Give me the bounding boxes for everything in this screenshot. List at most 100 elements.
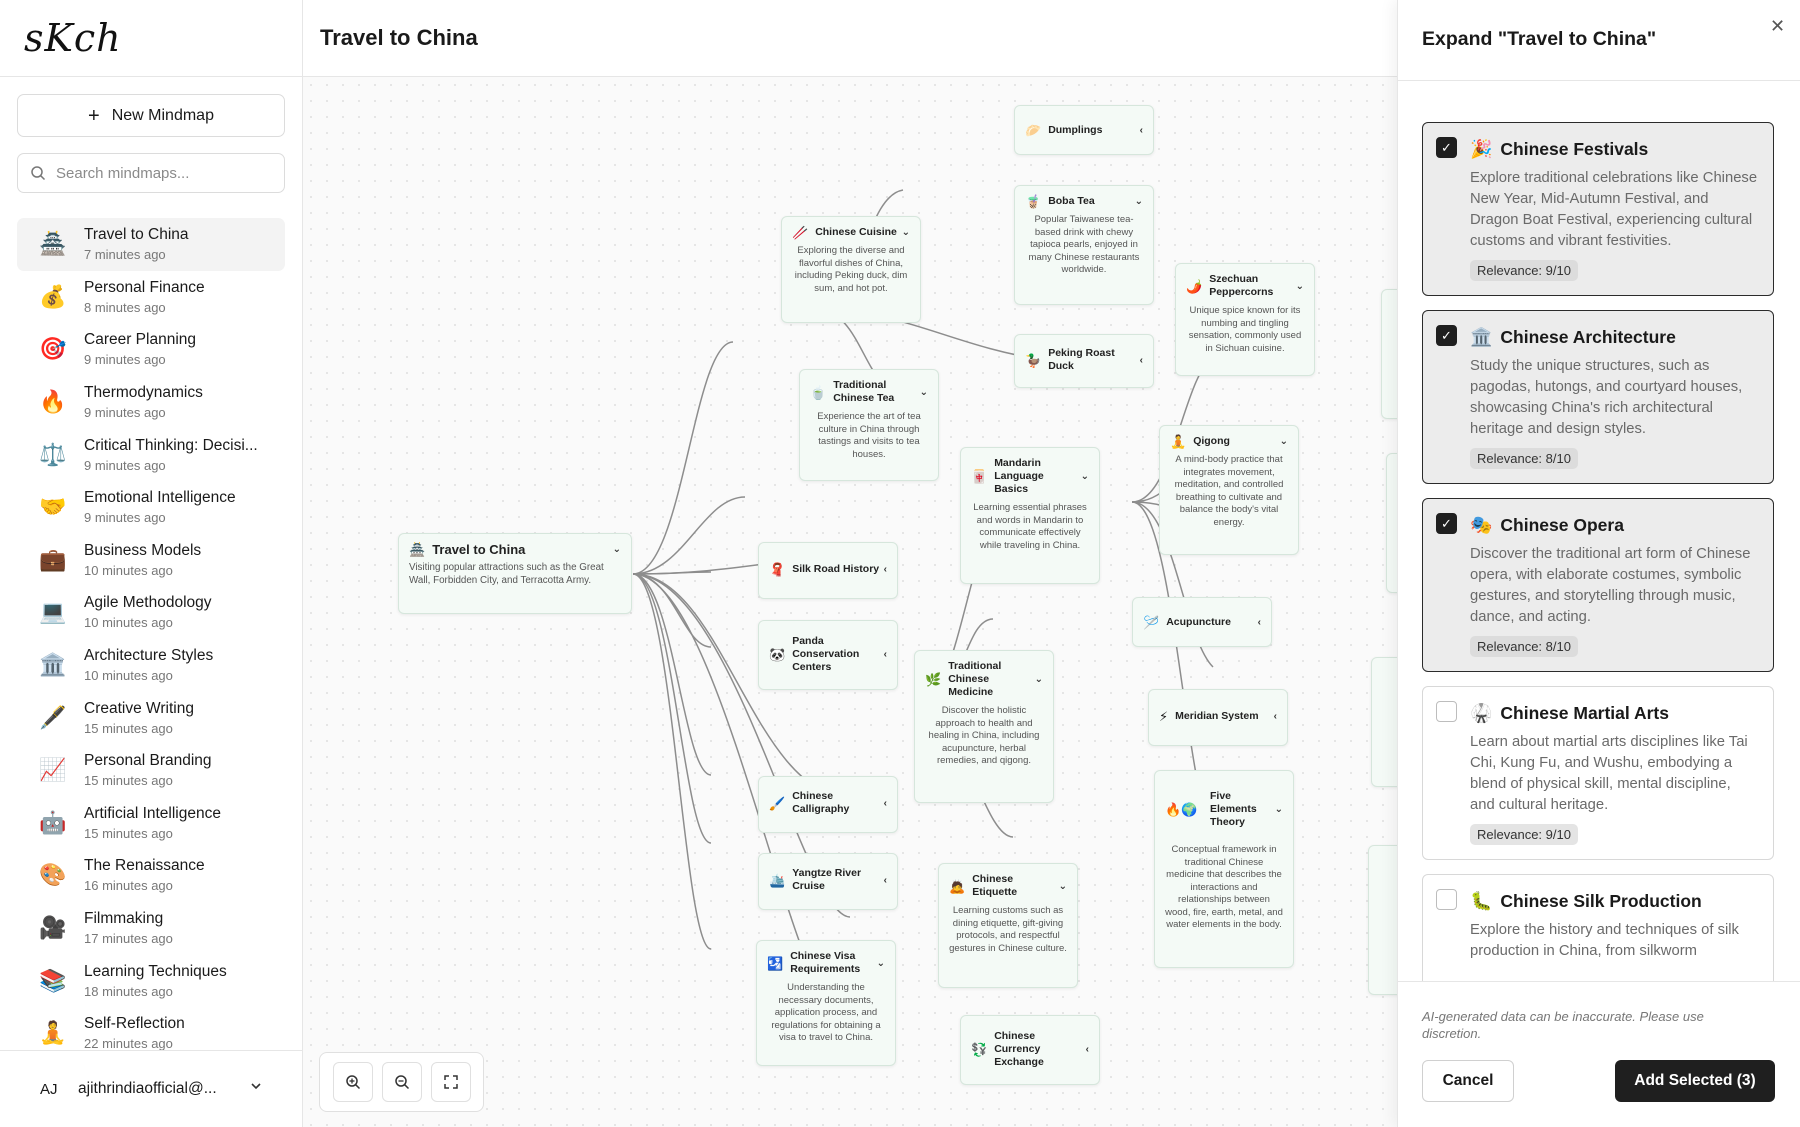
chevron-down-icon[interactable]: ⌄ xyxy=(1296,280,1304,293)
close-icon[interactable]: ✕ xyxy=(1770,16,1785,37)
mindmap-timestamp: 17 minutes ago xyxy=(84,931,173,947)
suggestion-card[interactable]: ✓ 🎭 Chinese Opera Discover the traditional … xyxy=(1422,498,1774,672)
mindmap-list-item[interactable]: 🎥 Filmmaking 17 minutes ago xyxy=(17,902,285,955)
mindmap-title: Self-Reflection xyxy=(84,1015,185,1033)
node-chinese-etiquette[interactable]: 🙇 Chinese Etiquette ⌄ Learning customs suc… xyxy=(938,863,1078,988)
mindmap-list-item[interactable]: 🎯 Career Planning 9 minutes ago xyxy=(17,323,285,376)
suggestion-card[interactable]: 🐛 Chinese Silk Production Explore the hist… xyxy=(1422,874,1774,982)
chevron-left-icon[interactable]: ‹ xyxy=(884,563,887,576)
node-five-elements-theory[interactable]: 🔥🌍 Five Elements Theory ⌄ Conceptual frame… xyxy=(1154,770,1294,968)
suggestion-list[interactable]: ✓ 🎉 Chinese Festivals Explore traditional c… xyxy=(1422,122,1774,982)
node-traditional-chinese-medicine[interactable]: 🌿 Traditional Chinese Medicine ⌄ Discover … xyxy=(914,650,1054,803)
mindmap-list-item[interactable]: 🤖 Artificial Intelligence 15 minutes ago xyxy=(17,797,285,850)
mindmap-list-item[interactable]: 🔥 Thermodynamics 9 minutes ago xyxy=(17,376,285,429)
search-input[interactable] xyxy=(56,164,276,182)
mindmap-canvas[interactable]: 🏯 Travel to China ⌄ Visiting popular attra… xyxy=(303,77,1397,1127)
node-traditional-chinese-tea[interactable]: 🍵 Traditional Chinese Tea ⌄ Experience the… xyxy=(799,369,939,481)
mindmap-list-item[interactable]: 🏛️ Architecture Styles 10 minutes ago xyxy=(17,639,285,692)
node-root[interactable]: 🏯 Travel to China ⌄ Visiting popular attra… xyxy=(398,533,632,614)
app-logo[interactable]: sKch xyxy=(24,16,122,60)
chevron-down-icon[interactable]: ⌄ xyxy=(1280,435,1288,448)
zoom-out-button[interactable] xyxy=(381,1062,422,1102)
chevron-left-icon[interactable]: ‹ xyxy=(1140,124,1143,137)
checkbox[interactable]: ✓ xyxy=(1436,137,1457,158)
node-chinese-currency-exchange[interactable]: 💱 Chinese Currency Exchange ‹ xyxy=(960,1015,1100,1085)
user-menu[interactable]: AJ ajithrindiaofficial@... xyxy=(0,1050,303,1127)
mindmap-list-item[interactable]: 🖋️ Creative Writing 15 minutes ago xyxy=(17,691,285,744)
chevron-left-icon[interactable]: ‹ xyxy=(1140,354,1143,367)
node-panda-conservation-centers[interactable]: 🐼 Panda Conservation Centers ‹ xyxy=(758,620,898,690)
node-desc: Popular Taiwanese tea-based drink with c… xyxy=(1028,214,1140,275)
chevron-down-icon[interactable]: ⌄ xyxy=(920,386,928,399)
chevron-left-icon[interactable]: ‹ xyxy=(884,874,887,887)
node-partial[interactable] xyxy=(1381,289,1397,419)
chevron-down-icon[interactable]: ⌄ xyxy=(1059,880,1067,893)
checkbox[interactable] xyxy=(1436,701,1457,722)
add-selected-button[interactable]: Add Selected (3) xyxy=(1615,1060,1775,1102)
node-chinese-calligraphy[interactable]: 🖌️ Chinese Calligraphy ‹ xyxy=(758,776,898,833)
chevron-left-icon[interactable]: ‹ xyxy=(884,797,887,810)
cancel-button[interactable]: Cancel xyxy=(1422,1060,1514,1102)
chevron-down-icon[interactable]: ⌄ xyxy=(1135,195,1143,208)
node-partial[interactable] xyxy=(1371,657,1397,787)
node-partial[interactable] xyxy=(1368,845,1397,995)
suggestion-icon: 🎭 xyxy=(1470,515,1493,535)
node-chinese-visa-requirements[interactable]: 🛂 Chinese Visa Requirements ⌄ Understandin… xyxy=(756,940,896,1066)
mindmap-list-item[interactable]: ⚖️ Critical Thinking: Decisi... 9 minutes … xyxy=(17,428,285,481)
chevron-down-icon[interactable]: ⌄ xyxy=(1035,673,1043,686)
mindmap-emoji-icon: 🤝 xyxy=(39,494,67,520)
checkbox[interactable]: ✓ xyxy=(1436,513,1457,534)
new-mindmap-button[interactable]: + New Mindmap xyxy=(17,94,285,137)
node-icon: 🍵 xyxy=(810,384,827,400)
node-meridian-system[interactable]: ⚡ Meridian System ‹ xyxy=(1148,689,1288,746)
checkbox[interactable]: ✓ xyxy=(1436,325,1457,346)
mindmap-list-item[interactable]: 🎨 The Renaissance 16 minutes ago xyxy=(17,849,285,902)
mindmap-list-item[interactable]: 📈 Personal Branding 15 minutes ago xyxy=(17,744,285,797)
chevron-left-icon[interactable]: ‹ xyxy=(1258,616,1261,629)
node-yangtze-river-cruise[interactable]: 🛳️ Yangtze River Cruise ‹ xyxy=(758,853,898,910)
chevron-down-icon[interactable]: ⌄ xyxy=(613,543,621,556)
zoom-in-button[interactable] xyxy=(332,1062,373,1102)
node-szechuan-peppercorns[interactable]: 🌶️ Szechuan Peppercorns ⌄ Unique spice kno… xyxy=(1175,263,1315,376)
mindmap-emoji-icon: 🎯 xyxy=(39,336,67,362)
suggestion-card[interactable]: ✓ 🏛️ Chinese Architecture Study the unique … xyxy=(1422,310,1774,484)
chevron-left-icon[interactable]: ‹ xyxy=(884,648,887,661)
chevron-down-icon[interactable]: ⌄ xyxy=(877,957,885,970)
mindmap-title: Personal Finance xyxy=(84,278,205,296)
zoom-controls xyxy=(319,1052,484,1112)
mindmap-emoji-icon: 🖋️ xyxy=(39,704,67,730)
node-chinese-cuisine[interactable]: 🥢 Chinese Cuisine ⌄ Exploring the diverse … xyxy=(781,216,921,323)
fit-view-button[interactable] xyxy=(430,1062,471,1102)
suggestion-desc: Explore traditional celebrations like Ch… xyxy=(1470,170,1758,249)
node-qigong[interactable]: 🧘 Qigong ⌄ A mind-body practice that integ… xyxy=(1159,425,1299,555)
chevron-left-icon[interactable]: ‹ xyxy=(1086,1043,1089,1056)
node-dumplings[interactable]: 🥟 Dumplings ‹ xyxy=(1014,105,1154,155)
chevron-down-icon[interactable]: ⌄ xyxy=(1275,803,1283,816)
mindmap-list-item[interactable]: 🤝 Emotional Intelligence 9 minutes ago xyxy=(17,481,285,534)
mindmap-list-item[interactable]: 💰 Personal Finance 8 minutes ago xyxy=(17,271,285,324)
node-acupuncture[interactable]: 🪡 Acupuncture ‹ xyxy=(1132,597,1272,647)
mindmap-timestamp: 9 minutes ago xyxy=(84,510,166,526)
node-icon: 🧋 xyxy=(1025,194,1042,209)
new-mindmap-label: New Mindmap xyxy=(111,106,214,124)
search-box[interactable] xyxy=(17,153,285,193)
suggestion-card[interactable]: ✓ 🎉 Chinese Festivals Explore traditional c… xyxy=(1422,122,1774,296)
mindmap-list-item[interactable]: 💼 Business Models 10 minutes ago xyxy=(17,534,285,587)
node-silk-road-history[interactable]: 🧣 Silk Road History ‹ xyxy=(758,542,898,599)
suggestion-card[interactable]: 🥋 Chinese Martial Arts Learn about martial… xyxy=(1422,686,1774,860)
chevron-down-icon[interactable]: ⌄ xyxy=(902,226,910,239)
mindmap-list-item[interactable]: 🏯 Travel to China 7 minutes ago xyxy=(17,218,285,271)
node-title: Travel to China xyxy=(432,542,526,557)
node-mandarin-language-basics[interactable]: 🀄 Mandarin Language Basics ⌄ Learning esse… xyxy=(960,447,1100,584)
chevron-left-icon[interactable]: ‹ xyxy=(1274,710,1277,723)
mindmap-title: The Renaissance xyxy=(84,857,205,875)
node-peking-roast-duck[interactable]: 🦆 Peking Roast Duck ‹ xyxy=(1014,334,1154,388)
checkbox[interactable] xyxy=(1436,889,1457,910)
node-partial[interactable] xyxy=(1386,453,1397,593)
mindmap-list-item[interactable]: 📚 Learning Techniques 18 minutes ago xyxy=(17,954,285,1007)
node-boba-tea[interactable]: 🧋 Boba Tea ⌄ Popular Taiwanese tea-based d… xyxy=(1014,185,1154,305)
chevron-down-icon[interactable]: ⌄ xyxy=(1081,470,1089,483)
mindmap-list-item[interactable]: 💻 Agile Methodology 10 minutes ago xyxy=(17,586,285,639)
mindmap-timestamp: 10 minutes ago xyxy=(84,615,173,631)
node-title: Yangtze River Cruise xyxy=(792,867,862,892)
